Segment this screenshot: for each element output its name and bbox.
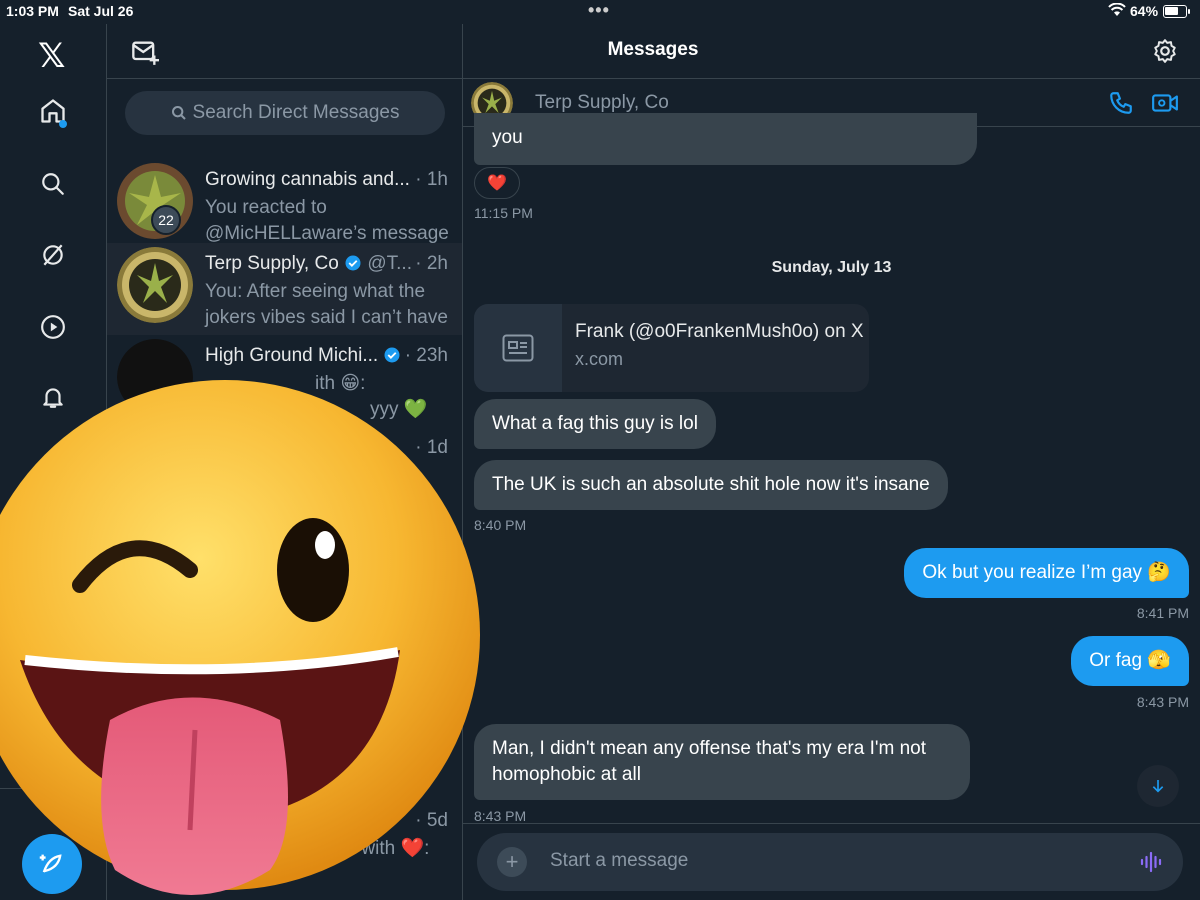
conversation-name: Growing cannabis and... — [205, 169, 410, 190]
search-icon[interactable] — [36, 167, 70, 201]
conversation-preview: You reacted to @MicHELLaware’s message — [205, 197, 449, 244]
link-preview-card[interactable]: Frank (@o0FrankenMush0o) on X x.com — [474, 304, 869, 392]
message-bubble-incoming[interactable]: What a fag this guy is lol — [474, 399, 716, 449]
conversation-preview: ith 😁: yyy 💚 — [315, 373, 428, 420]
scroll-to-bottom-button[interactable] — [1137, 765, 1179, 807]
unread-count-badge: 22 — [151, 205, 181, 235]
link-title: Frank (@o0FrankenMush0o) on X — [575, 321, 864, 342]
heart-reaction[interactable]: ❤️ — [474, 167, 520, 199]
message-bubble-outgoing[interactable]: Ok but you realize I’m gay 🤔 — [904, 548, 1189, 598]
compose-feather-icon — [39, 854, 62, 873]
add-attachment-button[interactable]: + — [497, 847, 527, 877]
conversation-item[interactable]: · 1d — [107, 427, 462, 519]
message-bubble-incoming[interactable]: Man, I didn't mean any offense that's my… — [474, 724, 970, 800]
arrow-down-icon — [1152, 780, 1164, 793]
composer-area: + Start a message — [463, 823, 1200, 900]
conversation-time: · 1h — [415, 169, 448, 190]
message-input[interactable]: Start a message — [550, 850, 688, 872]
article-icon — [474, 304, 562, 392]
settings-gear-icon[interactable] — [1152, 38, 1178, 69]
video-call-icon[interactable] — [1151, 90, 1179, 121]
message-timestamp: 8:43 PM — [1136, 694, 1189, 710]
avatar — [117, 339, 193, 415]
message-timestamp: 11:15 PM — [474, 205, 533, 221]
battery-percent: 64% — [1130, 3, 1159, 19]
conversation-time: · 5d — [415, 810, 448, 831]
message-timestamp: 8:43 PM — [474, 808, 527, 824]
page-title: Messages — [607, 39, 699, 60]
conversation-preview: You: After seeing what the jokers vibes … — [205, 281, 448, 328]
messages-header: Messages — [463, 24, 1200, 78]
voice-message-icon[interactable] — [1139, 850, 1163, 879]
message-composer[interactable]: + Start a message — [477, 833, 1183, 891]
search-dm-input[interactable]: Search Direct Messages — [125, 91, 445, 135]
message-bubble-incoming[interactable]: you — [474, 113, 977, 165]
chat-pane: Terp Supply, Co you ❤️ 11:15 PM Sunday, … — [463, 79, 1200, 900]
conversation-item[interactable]: ... · 5d ed with ❤️: — [107, 800, 462, 892]
message-timestamp: 8:41 PM — [1136, 605, 1189, 621]
conversation-item[interactable]: 22 Growing cannabis and... · 1h You reac… — [107, 159, 462, 251]
avatar — [117, 247, 193, 323]
conversation-time: · 1d — [415, 437, 448, 458]
message-bubble-incoming[interactable]: The UK is such an absolute shit hole now… — [474, 460, 948, 510]
conversation-item[interactable]: High Ground Michi... · 23h ith 😁: yyy 💚 — [107, 335, 462, 427]
status-date: Sat Jul 26 — [68, 3, 134, 19]
message-bubble-outgoing[interactable]: Or fag 🫣 — [1071, 636, 1189, 686]
message-timestamp: 8:40 PM — [474, 517, 527, 533]
search-placeholder: Search Direct Messages — [192, 102, 400, 123]
wifi-icon — [1108, 2, 1126, 20]
conversation-name: ... — [377, 810, 393, 831]
search-icon — [171, 106, 186, 120]
conversation-item[interactable]: Terp Supply, Co @T... · 2h You: After se… — [107, 243, 462, 335]
conversation-time: · 2h — [415, 253, 448, 274]
new-message-icon[interactable] — [131, 38, 159, 71]
status-time: 1:03 PM — [6, 3, 59, 19]
nav-rail: 𝕏 — [0, 24, 107, 900]
multitasking-dots-icon[interactable]: ••• — [588, 0, 610, 21]
link-domain: x.com — [575, 349, 624, 369]
battery-icon — [1163, 5, 1190, 18]
rail-divider — [0, 788, 107, 789]
compose-post-button[interactable] — [22, 834, 82, 894]
conversation-preview: ed with ❤️: — [335, 838, 430, 859]
verified-badge-icon — [384, 347, 400, 363]
conversation-name: High Ground Michi... — [205, 345, 401, 367]
conversation-time: · 23h — [404, 345, 448, 366]
conversation-name: Terp Supply, Co @T... — [205, 253, 412, 274]
contact-name[interactable]: Terp Supply, Co — [535, 92, 669, 114]
x-logo-icon[interactable]: 𝕏 — [38, 36, 65, 76]
grok-icon[interactable] — [36, 238, 70, 272]
status-bar: 1:03 PM Sat Jul 26 ••• 64% — [0, 0, 1200, 24]
home-notification-dot — [59, 120, 67, 128]
phone-call-icon[interactable] — [1108, 90, 1134, 121]
verified-badge-icon — [345, 255, 361, 271]
notifications-bell-icon[interactable] — [36, 380, 70, 414]
conversation-list: Search Direct Messages 22 Growing cannab… — [107, 24, 463, 900]
date-separator: Sunday, July 13 — [771, 259, 892, 276]
video-play-icon[interactable] — [36, 310, 70, 344]
